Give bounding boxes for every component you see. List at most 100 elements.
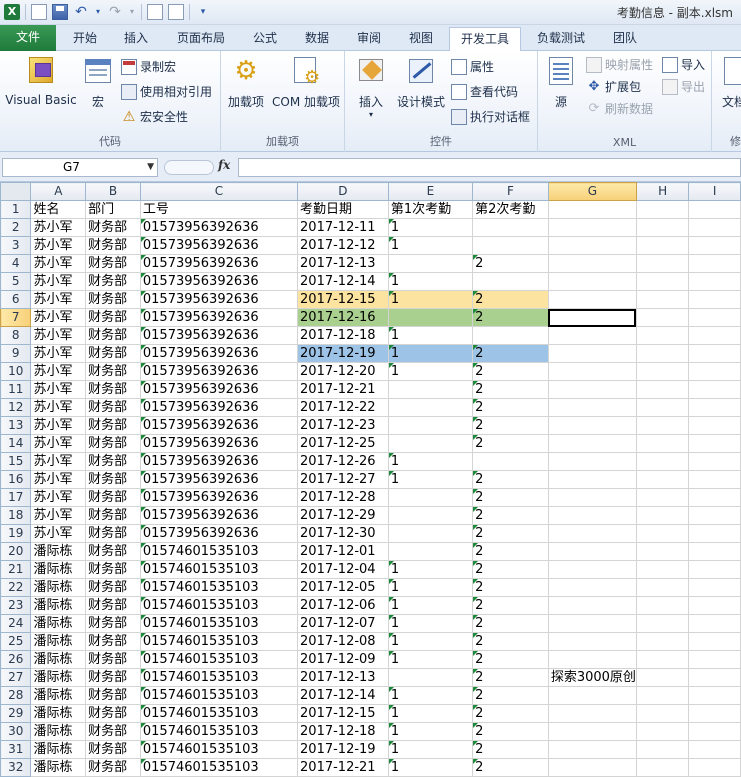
row-header[interactable]: 32 — [0, 758, 32, 777]
cell-d13[interactable]: 2017-12-23 — [297, 416, 389, 435]
cell-e1[interactable]: 第1次考勤 — [387, 200, 474, 219]
cell-h27[interactable] — [635, 668, 690, 687]
cell-f3[interactable] — [472, 236, 549, 255]
cell-d10[interactable]: 2017-12-20 — [297, 362, 389, 381]
cell-a23[interactable]: 潘际栋 — [30, 596, 87, 615]
undo-dropdown-icon[interactable]: ▾ — [94, 4, 102, 20]
cell-g20[interactable] — [547, 542, 637, 561]
name-box[interactable]: G7 ▼ — [2, 158, 158, 177]
row-header[interactable]: 8 — [0, 326, 32, 345]
cell-d2[interactable]: 2017-12-11 — [297, 218, 389, 237]
cell-g19[interactable] — [547, 524, 637, 543]
tab-insert[interactable]: 插入 — [112, 27, 160, 50]
cell-i16[interactable] — [688, 470, 741, 489]
cell-b25[interactable]: 财务部 — [85, 632, 141, 651]
cell-h22[interactable] — [635, 578, 690, 597]
cell-f26[interactable]: 2 — [472, 650, 549, 669]
cell-g4[interactable] — [547, 254, 637, 273]
row-header[interactable]: 4 — [0, 254, 32, 273]
cell-a21[interactable]: 潘际栋 — [30, 560, 87, 579]
cell-a4[interactable]: 苏小军 — [30, 254, 87, 273]
cell-c17[interactable]: 01573956392636 — [139, 488, 299, 507]
row-header[interactable]: 25 — [0, 632, 32, 651]
cell-i8[interactable] — [688, 326, 741, 345]
cell-b32[interactable]: 财务部 — [85, 758, 141, 777]
xml-source-button[interactable]: 源 — [544, 55, 578, 110]
cell-d18[interactable]: 2017-12-29 — [297, 506, 389, 525]
cell-b12[interactable]: 财务部 — [85, 398, 141, 417]
row-header[interactable]: 7 — [0, 308, 32, 327]
cell-g26[interactable] — [547, 650, 637, 669]
row-header[interactable]: 30 — [0, 722, 32, 741]
cell-g22[interactable] — [547, 578, 637, 597]
customize-toolbar-icon[interactable]: ▾ — [195, 4, 211, 20]
cell-i18[interactable] — [688, 506, 741, 525]
cell-g1[interactable] — [547, 200, 637, 219]
cell-h12[interactable] — [635, 398, 690, 417]
design-mode-button[interactable]: 设计模式 — [393, 55, 449, 110]
cell-c8[interactable]: 01573956392636 — [139, 326, 299, 345]
cell-e5[interactable]: 1 — [387, 272, 474, 291]
cell-d22[interactable]: 2017-12-05 — [297, 578, 389, 597]
cell-h5[interactable] — [635, 272, 690, 291]
cell-i21[interactable] — [688, 560, 741, 579]
cell-c27[interactable]: 01574601535103 — [139, 668, 299, 687]
cell-f32[interactable]: 2 — [472, 758, 549, 777]
cell-a25[interactable]: 潘际栋 — [30, 632, 87, 651]
expansion-pack-button[interactable]: ✥ 扩展包 — [586, 77, 641, 97]
cell-g28[interactable] — [547, 686, 637, 705]
cell-b23[interactable]: 财务部 — [85, 596, 141, 615]
run-dialog-button[interactable]: 执行对话框 — [451, 107, 530, 127]
cell-d9[interactable]: 2017-12-19 — [297, 344, 389, 363]
tab-developer[interactable]: 开发工具 — [449, 27, 521, 52]
cell-b16[interactable]: 财务部 — [85, 470, 141, 489]
save-icon[interactable] — [52, 4, 68, 20]
cell-a8[interactable]: 苏小军 — [30, 326, 87, 345]
cell-h24[interactable] — [635, 614, 690, 633]
cell-i5[interactable] — [688, 272, 741, 291]
cell-f22[interactable]: 2 — [472, 578, 549, 597]
cell-h20[interactable] — [635, 542, 690, 561]
row-header[interactable]: 14 — [0, 434, 32, 453]
select-all-corner[interactable] — [0, 182, 32, 201]
row-header[interactable]: 13 — [0, 416, 32, 435]
cell-i13[interactable] — [688, 416, 741, 435]
cell-b24[interactable]: 财务部 — [85, 614, 141, 633]
cell-d31[interactable]: 2017-12-19 — [297, 740, 389, 759]
cell-g31[interactable] — [547, 740, 637, 759]
cell-c30[interactable]: 01574601535103 — [139, 722, 299, 741]
cell-h31[interactable] — [635, 740, 690, 759]
cell-h4[interactable] — [635, 254, 690, 273]
cell-h17[interactable] — [635, 488, 690, 507]
tab-team[interactable]: 团队 — [602, 27, 648, 50]
cell-c23[interactable]: 01574601535103 — [139, 596, 299, 615]
cell-f7[interactable]: 2 — [472, 308, 549, 327]
cell-c5[interactable]: 01573956392636 — [139, 272, 299, 291]
cell-h7[interactable] — [635, 308, 690, 327]
cell-d15[interactable]: 2017-12-26 — [297, 452, 389, 471]
cell-g5[interactable] — [547, 272, 637, 291]
formula-input[interactable] — [238, 158, 741, 177]
row-header[interactable]: 31 — [0, 740, 32, 759]
cell-b10[interactable]: 财务部 — [85, 362, 141, 381]
cell-d4[interactable]: 2017-12-13 — [297, 254, 389, 273]
cell-e27[interactable] — [387, 668, 474, 687]
row-header[interactable]: 20 — [0, 542, 32, 561]
cell-c22[interactable]: 01574601535103 — [139, 578, 299, 597]
row-header[interactable]: 15 — [0, 452, 32, 471]
cell-i14[interactable] — [688, 434, 741, 453]
cell-c15[interactable]: 01573956392636 — [139, 452, 299, 471]
cell-b29[interactable]: 财务部 — [85, 704, 141, 723]
cell-e15[interactable]: 1 — [387, 452, 474, 471]
cell-e4[interactable] — [387, 254, 474, 273]
cell-h32[interactable] — [635, 758, 690, 777]
cell-c3[interactable]: 01573956392636 — [139, 236, 299, 255]
cell-d14[interactable]: 2017-12-25 — [297, 434, 389, 453]
cell-f21[interactable]: 2 — [472, 560, 549, 579]
cell-e24[interactable]: 1 — [387, 614, 474, 633]
cell-g14[interactable] — [547, 434, 637, 453]
cell-a14[interactable]: 苏小军 — [30, 434, 87, 453]
row-header[interactable]: 9 — [0, 344, 32, 363]
refresh-data-button[interactable]: ⟳ 刷新数据 — [586, 99, 653, 119]
cell-f18[interactable]: 2 — [472, 506, 549, 525]
